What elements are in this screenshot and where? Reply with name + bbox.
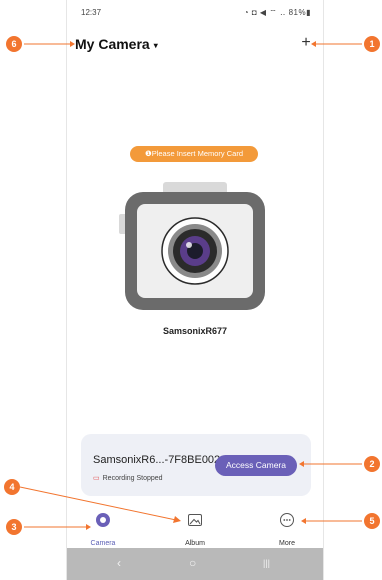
page-title: My Camera: [75, 36, 150, 52]
nav-more-label: More: [279, 540, 295, 547]
status-time: 12:37: [81, 8, 102, 17]
recording-status: ▭ Recording Stopped: [93, 474, 163, 482]
system-recent-button[interactable]: |||: [263, 558, 270, 568]
system-nav-bar: ‹ ○ |||: [67, 548, 323, 580]
more-icon: [280, 513, 294, 527]
recording-status-label: Recording Stopped: [102, 475, 163, 482]
nav-album-label: Album: [185, 540, 205, 547]
card-device-label: SamsonixR6...-7F8BE002: [93, 454, 221, 466]
device-name: SamsonixR677: [162, 326, 228, 336]
add-device-button[interactable]: +: [297, 34, 315, 52]
access-camera-button[interactable]: Access Camera: [215, 455, 297, 476]
annotation-badge-2: 2: [364, 456, 380, 472]
nav-album[interactable]: Album: [167, 508, 223, 550]
status-icons: ◔ ◘ ◀ ⌔ ‥ 81%▮: [243, 8, 311, 17]
album-icon: [188, 514, 202, 526]
nav-more[interactable]: More: [259, 508, 315, 550]
annotation-badge-6: 6: [6, 36, 22, 52]
phone-screen: 12:37 ◔ ◘ ◀ ⌔ ‥ 81%▮ My Camera ▾ + ❶Pleas…: [66, 0, 324, 580]
chevron-down-icon: ▾: [153, 40, 158, 50]
camera-icon: [96, 513, 110, 527]
device-card[interactable]: SamsonixR6...-7F8BE002 ▭ Recording Stoppe…: [81, 434, 311, 496]
camera-illustration: [119, 182, 265, 310]
device-selector[interactable]: My Camera ▾: [75, 36, 158, 52]
memory-card-notice[interactable]: ❶Please Insert Memory Card: [130, 146, 258, 162]
recording-icon: ▭: [93, 475, 100, 482]
system-home-button[interactable]: ○: [189, 556, 196, 570]
nav-camera-label: Camera: [90, 540, 116, 547]
app-header: My Camera ▾ +: [67, 34, 323, 56]
status-bar: 12:37 ◔ ◘ ◀ ⌔ ‥ 81%▮: [67, 6, 323, 20]
system-back-button[interactable]: ‹: [117, 556, 121, 570]
lens-highlight: [186, 242, 192, 248]
annotation-badge-1: 1: [364, 36, 380, 52]
annotation-badge-4: 4: [4, 479, 20, 495]
nav-camera[interactable]: Camera: [75, 508, 131, 550]
annotation-badge-5: 5: [364, 513, 380, 529]
bottom-nav: Camera Album More: [67, 508, 323, 548]
annotation-badge-3: 3: [6, 519, 22, 535]
